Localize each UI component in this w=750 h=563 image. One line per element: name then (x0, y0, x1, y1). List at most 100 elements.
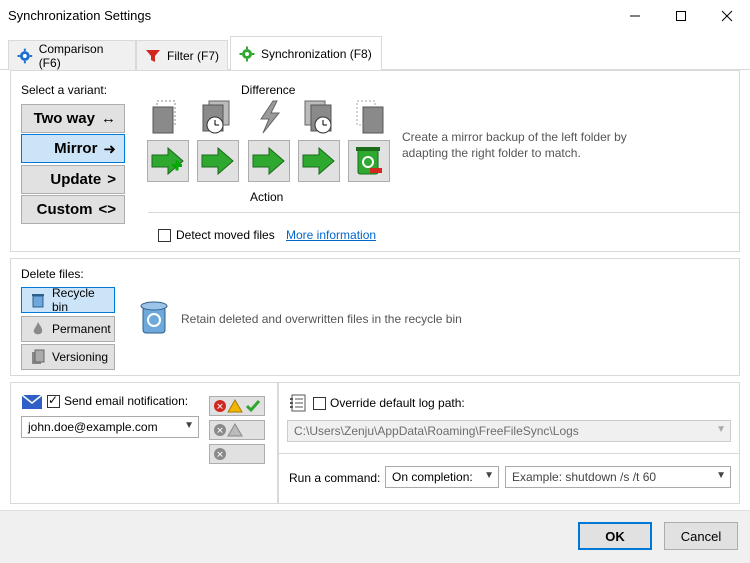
tab-strip: Comparison (F6) Filter (F7) Synchronizat… (0, 36, 750, 71)
different-content-icon (260, 100, 281, 134)
detect-moved-checkbox[interactable] (158, 229, 171, 242)
detect-moved-label: Detect moved files (176, 228, 275, 242)
notify-on-all-button[interactable]: ✕ (209, 396, 265, 416)
dialog-footer: OK Cancel (0, 510, 750, 563)
minimize-icon (630, 15, 640, 17)
svg-text:✕: ✕ (216, 427, 224, 437)
right-newer-file-icon (304, 100, 332, 134)
variant-heading: Select a variant: (21, 83, 108, 97)
action-overwrite-right-newer-button[interactable] (298, 140, 340, 182)
variant-two-way-label: Two way (33, 110, 95, 127)
delete-permanent-label: Permanent (52, 322, 111, 336)
filter-icon (146, 49, 160, 62)
command-timing-select[interactable]: On completion: ▼ (385, 466, 499, 488)
action-label: Action (250, 190, 284, 204)
right-only-file-icon (356, 100, 384, 134)
green-arrow-right-icon (201, 146, 234, 176)
code-brackets-icon: <> (98, 201, 116, 218)
ok-button[interactable]: OK (578, 522, 652, 550)
command-timing-value: On completion: (392, 470, 473, 484)
detect-moved-row: Detect moved files More information (148, 212, 740, 252)
minimize-button[interactable] (612, 0, 658, 32)
delete-recycle-bin-label: Recycle bin (52, 286, 95, 314)
variant-mirror-button[interactable]: Mirror ➜ (21, 134, 125, 163)
email-notification-panel: Send email notification: john.doe@exampl… (10, 382, 278, 504)
variant-update-label: Update (50, 171, 102, 188)
window-title: Synchronization Settings (8, 8, 152, 23)
chevron-down-icon: ▼ (716, 470, 726, 481)
green-arrow-plus-icon (151, 146, 184, 176)
chevron-down-icon: ▼ (484, 470, 494, 481)
delete-files-panel: Delete files: Recycle bin Permanent Vers… (10, 258, 740, 376)
notify-on-errors-warnings-button[interactable]: ✕ (209, 420, 265, 440)
more-information-link[interactable]: More information (286, 228, 376, 242)
sync-settings-window: Synchronization Settings Comparison (F6)… (0, 0, 750, 563)
error-icon: ✕ (214, 448, 226, 461)
send-email-checkbox[interactable] (47, 393, 60, 408)
action-delete-right-button[interactable] (348, 140, 390, 182)
variant-mirror-label: Mirror (54, 140, 98, 157)
delete-versioning-button[interactable]: Versioning (21, 344, 115, 370)
svg-text:✕: ✕ (216, 403, 224, 413)
cancel-button[interactable]: Cancel (664, 522, 738, 550)
left-newer-file-icon (202, 100, 230, 134)
title-bar: Synchronization Settings (0, 0, 750, 32)
close-icon (721, 10, 733, 22)
command-input[interactable]: Example: shutdown /s /t 60 ▼ (505, 466, 731, 488)
log-command-panel: Override default log path: C:\Users\Zenj… (278, 382, 740, 504)
log-path-value: C:\Users\Zenju\AppData\Roaming\FreeFileS… (294, 424, 579, 438)
variant-description-line2: adapting the right folder to match. (402, 146, 581, 160)
variant-custom-label: Custom (36, 201, 93, 218)
versioning-icon (32, 349, 45, 364)
tab-synchronization[interactable]: Synchronization (F8) (230, 36, 382, 71)
flame-icon (33, 322, 43, 335)
action-create-left-button[interactable] (147, 140, 189, 182)
tab-comparison-label: Comparison (F6) (38, 41, 104, 70)
green-arrow-right-icon (252, 146, 285, 176)
error-warning-icon: ✕ (214, 423, 243, 437)
error-warning-success-icon: ✕ (214, 399, 261, 413)
log-file-icon (290, 394, 306, 412)
delete-recycle-bin-button[interactable]: Recycle bin (21, 286, 115, 314)
email-address-value: john.doe@example.com (28, 420, 158, 434)
svg-text:✕: ✕ (216, 451, 224, 461)
chevron-right-icon: > (107, 171, 116, 188)
delete-description: Retain deleted and overwritten files in … (181, 312, 462, 326)
recycle-bin-delete-icon (356, 147, 382, 175)
difference-label: Difference (241, 83, 296, 97)
email-address-combobox[interactable]: john.doe@example.com ▼ (21, 416, 199, 438)
maximize-button[interactable] (658, 0, 704, 32)
log-path-combobox[interactable]: C:\Users\Zenju\AppData\Roaming\FreeFileS… (287, 420, 731, 442)
recycle-bin-large-icon (140, 301, 168, 334)
tab-synchronization-label: Synchronization (F8) (261, 47, 372, 61)
delete-permanent-button[interactable]: Permanent (21, 316, 115, 342)
two-way-arrow-icon: ↔ (101, 110, 116, 127)
tab-filter[interactable]: Filter (F7) (136, 40, 228, 70)
delete-files-heading: Delete files: (21, 267, 84, 281)
variant-custom-button[interactable]: Custom <> (21, 195, 125, 224)
left-only-file-icon (152, 100, 176, 134)
variant-description-line1: Create a mirror backup of the left folde… (402, 130, 627, 144)
variant-update-button[interactable]: Update > (21, 165, 125, 194)
action-overwrite-left-newer-button[interactable] (197, 140, 239, 182)
gear-icon (17, 48, 33, 63)
right-arrow-icon: ➜ (103, 140, 116, 158)
send-email-label: Send email notification: (64, 394, 189, 408)
run-command-label: Run a command: (289, 471, 381, 485)
close-button[interactable] (704, 0, 750, 32)
maximize-icon (676, 11, 686, 21)
tab-comparison[interactable]: Comparison (F6) (8, 40, 136, 70)
variant-two-way-button[interactable]: Two way ↔ (21, 104, 125, 133)
green-arrow-right-icon (302, 146, 335, 176)
chevron-down-icon: ▼ (716, 424, 726, 435)
notify-on-errors-button[interactable]: ✕ (209, 444, 265, 464)
tab-filter-label: Filter (F7) (167, 48, 219, 63)
divider (279, 453, 739, 454)
delete-versioning-label: Versioning (52, 350, 109, 364)
override-log-path-label: Override default log path: (330, 396, 465, 410)
gear-icon (239, 46, 255, 62)
envelope-icon (21, 394, 43, 409)
action-overwrite-different-button[interactable] (248, 140, 290, 182)
override-log-path-checkbox[interactable] (313, 397, 326, 410)
chevron-down-icon: ▼ (184, 420, 194, 431)
